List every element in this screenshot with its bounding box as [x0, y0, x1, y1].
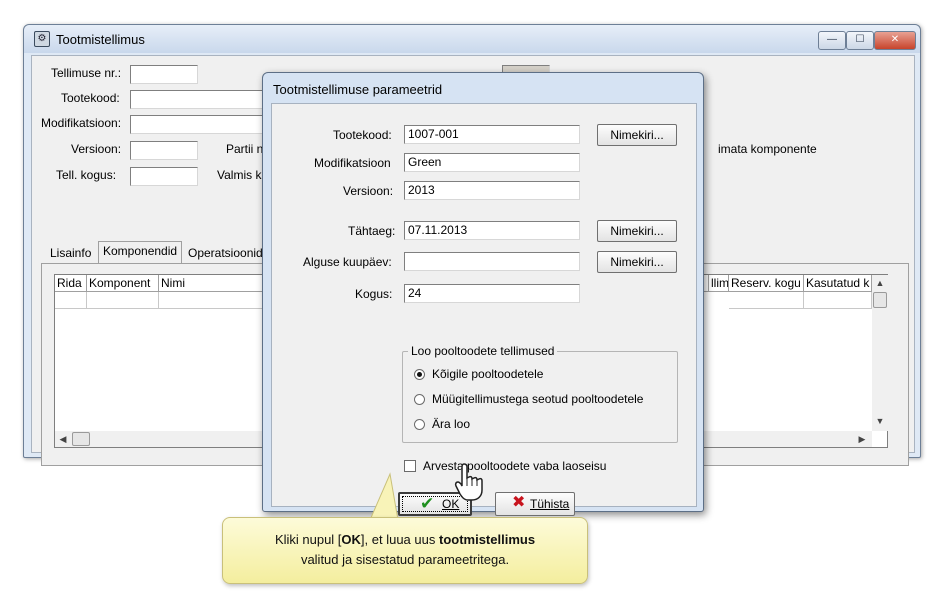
product-code-input[interactable]: 1007-001 [404, 125, 580, 144]
free-stock-checkbox[interactable] [404, 460, 416, 472]
window-title: Tootmistellimus [56, 32, 145, 47]
radio-do-not-create[interactable] [414, 419, 425, 430]
start-date-list-button[interactable]: Nimekiri... [597, 251, 677, 273]
components-partial-label: imata komponente [718, 142, 817, 156]
product-code-label: Tootekood: [333, 128, 392, 142]
order-no-label: Tellimuse nr.: [51, 66, 122, 80]
callout-pointer [369, 472, 399, 521]
scroll-left-icon[interactable]: ◀ [55, 431, 71, 447]
version-label: Versioon: [71, 142, 122, 156]
callout-line2: valitud ja sisestatud parameetritega. [300, 552, 510, 567]
free-stock-checkbox-label[interactable]: Arvesta pooltoodete vaba laoseisu [423, 459, 606, 473]
radio-sales-order-linked[interactable] [414, 394, 425, 405]
vertical-scrollbar[interactable]: ▲ ▼ [872, 275, 888, 431]
callout-text: Kliki nupul [ [274, 532, 342, 547]
version-input[interactable]: 2013 [404, 181, 580, 200]
group-title: Loo pooltoodete tellimused [408, 344, 558, 358]
column-header-reserved-qty[interactable]: Reserv. kogu [729, 275, 804, 292]
deadline-list-button[interactable]: Nimekiri... [597, 220, 677, 242]
callout-bold-order: tootmistellimus [438, 532, 536, 547]
callout-text: ], et luua uus [360, 532, 439, 547]
deadline-input[interactable]: 07.11.2013 [404, 221, 580, 240]
column-header-komponent[interactable]: Komponent [87, 275, 159, 292]
close-button[interactable]: ✕ [874, 31, 916, 50]
parameters-dialog: Tootmistellimuse parameetrid Tootekood: … [262, 72, 704, 516]
quantity-label: Kogus: [355, 287, 393, 301]
radio-all-semi-products-label[interactable]: Kõigile pooltoodetele [432, 367, 543, 381]
dialog-title: Tootmistellimuse parameetrid [273, 82, 443, 97]
radio-do-not-create-label[interactable]: Ära loo [432, 417, 470, 431]
modification-input[interactable]: Green [404, 153, 580, 172]
checkmark-icon: ✔ [420, 494, 435, 513]
modification-label: Modifikatsioon: [41, 116, 122, 130]
product-code-input[interactable] [130, 90, 264, 109]
grid-cell[interactable] [159, 292, 269, 309]
grid-cell[interactable] [87, 292, 159, 309]
product-code-list-button[interactable]: Nimekiri... [597, 124, 677, 146]
main-titlebar[interactable]: ⚙ Tootmistellimus — ☐ ✕ [24, 25, 920, 53]
radio-all-semi-products[interactable] [414, 369, 425, 380]
order-no-input[interactable] [130, 65, 198, 84]
instruction-callout: Kliki nupul [OK], et luua uus tootmistel… [222, 517, 588, 584]
minimize-button[interactable]: — [818, 31, 846, 50]
maximize-button[interactable]: ☐ [846, 31, 874, 50]
cancel-x-icon: ✖ [512, 494, 526, 511]
column-header-used-qty[interactable]: Kasutatud k [804, 275, 872, 292]
order-qty-label: Tell. kogus: [56, 168, 117, 182]
grid-cell[interactable] [804, 292, 872, 309]
tab-lisainfo[interactable]: Lisainfo [46, 244, 95, 264]
column-header-limit[interactable]: llim. [709, 275, 729, 292]
done-qty-label: Valmis ko [217, 168, 269, 182]
version-label: Versioon: [343, 184, 394, 198]
callout-line1: Kliki nupul [OK], et luua uus tootmistel… [223, 530, 587, 550]
callout-bold-ok: OK [341, 532, 361, 547]
app-icon: ⚙ [34, 31, 50, 47]
grid-cell[interactable] [729, 292, 804, 309]
radio-sales-order-linked-label[interactable]: Müügitellimustega seotud pooltoodetele [432, 392, 643, 406]
start-date-input[interactable] [404, 252, 580, 271]
version-input[interactable] [130, 141, 198, 160]
cancel-button[interactable]: ✖ Tühista [495, 492, 575, 516]
column-header-nimi[interactable]: Nimi [159, 275, 269, 292]
radio-selected-dot [417, 372, 422, 377]
quantity-input[interactable]: 24 [404, 284, 580, 303]
scroll-down-icon[interactable]: ▼ [872, 413, 888, 429]
start-date-label: Alguse kuupäev: [303, 255, 392, 269]
column-header-rida[interactable]: Rida [55, 275, 87, 292]
dialog-client-area: Tootekood: 1007-001 Nimekiri... Modifika… [271, 103, 697, 516]
horizontal-scroll-thumb[interactable] [72, 432, 90, 446]
order-qty-input[interactable] [130, 167, 198, 186]
deadline-label: Tähtaeg: [348, 224, 396, 238]
scroll-right-icon[interactable]: ▶ [854, 431, 870, 447]
modification-label: Modifikatsioon [314, 156, 391, 170]
grid-cell[interactable] [55, 292, 87, 309]
tab-operatsioonid[interactable]: Operatsioonid [184, 244, 267, 264]
cancel-button-label: Tühista [530, 497, 570, 511]
scroll-up-icon[interactable]: ▲ [872, 275, 888, 291]
tab-komponendid[interactable]: Komponendid [98, 241, 183, 265]
vertical-scroll-thumb[interactable] [873, 292, 887, 308]
modification-input[interactable] [130, 115, 264, 134]
product-code-label: Tootekood: [61, 91, 120, 105]
hand-cursor-icon [454, 463, 483, 501]
